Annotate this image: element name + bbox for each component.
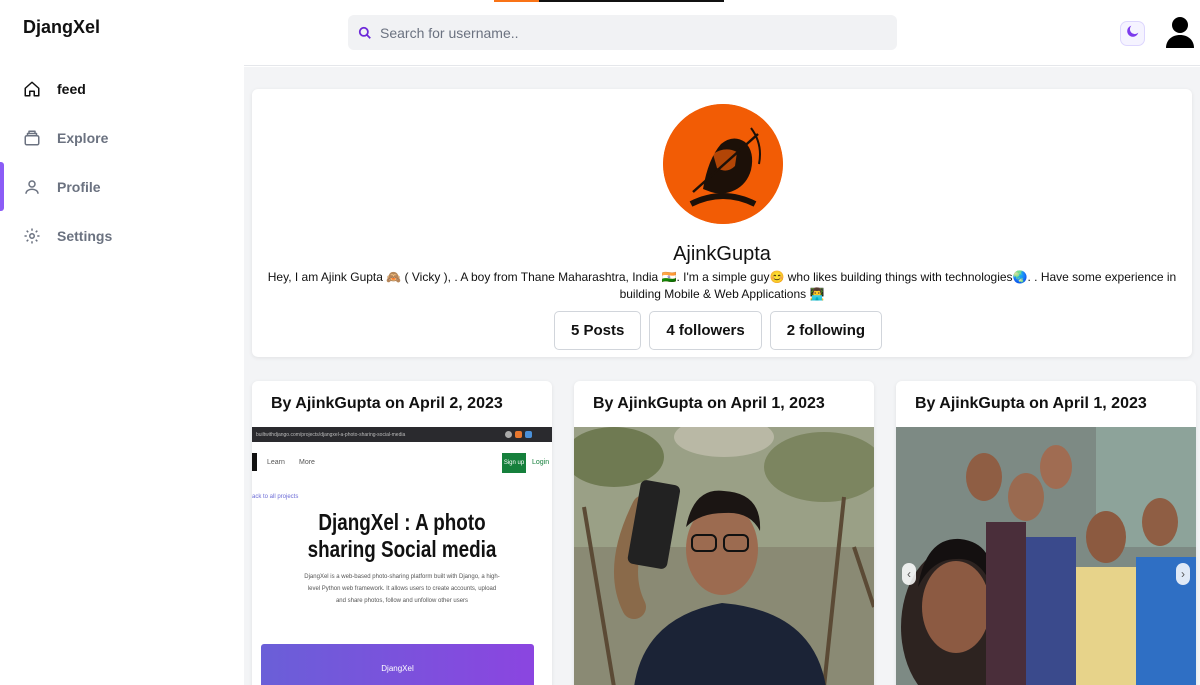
browser-icon <box>505 431 512 438</box>
profile-card: AjinkGupta Hey, I am Ajink Gupta 🙈 ( Vic… <box>252 89 1192 357</box>
sidebar-item-settings[interactable]: Settings <box>0 211 244 260</box>
sidebar-item-feed[interactable]: feed <box>0 64 244 113</box>
sidebar-item-explore[interactable]: Explore <box>0 113 244 162</box>
posts-count-button[interactable]: 5 Posts <box>554 311 642 350</box>
post-title: By AjinkGupta on April 1, 2023 <box>593 395 825 412</box>
sidebar-item-label: Explore <box>57 129 109 146</box>
sidebar: DjangXel feed Explore Profile Settings <box>0 0 244 685</box>
profile-bio: Hey, I am Ajink Gupta 🙈 ( Vicky ), . A b… <box>267 270 1177 301</box>
screenshot-more: More <box>299 459 315 466</box>
user-icon <box>23 178 41 196</box>
post-card[interactable]: By AjinkGupta on April 2, 2023 builtwith… <box>252 381 552 685</box>
post-card[interactable]: By AjinkGupta on April 1, 2023 <box>574 381 874 685</box>
sidebar-item-label: Settings <box>57 227 113 244</box>
explore-icon <box>23 129 41 147</box>
theme-toggle-button[interactable] <box>1120 21 1145 46</box>
screenshot-back-link: ack to all projects <box>252 494 299 500</box>
sidebar-nav: feed Explore Profile Settings <box>0 64 244 260</box>
screenshot-login: Login <box>532 459 550 466</box>
home-icon <box>23 80 41 98</box>
sidebar-item-label: Profile <box>57 178 101 195</box>
following-button[interactable]: 2 following <box>769 311 883 350</box>
screenshot-signup: Sign up <box>502 453 526 473</box>
screenshot-logo <box>252 453 257 471</box>
user-avatar-button[interactable] <box>1165 16 1195 48</box>
screenshot-banner: DjangXel <box>261 644 534 685</box>
screenshot-browser-bar: builtwithdjango.com/projects/djangxel-a-… <box>252 427 552 442</box>
post-image[interactable]: ‹ › <box>896 427 1196 685</box>
post-card[interactable]: By AjinkGupta on April 1, 2023 <box>896 381 1196 685</box>
search-bar[interactable] <box>348 15 897 50</box>
moon-icon <box>1125 23 1141 44</box>
post-title: By AjinkGupta on April 2, 2023 <box>271 395 503 412</box>
brand-logo[interactable]: DjangXel <box>23 17 100 38</box>
screenshot-description: DjangXel is a web-based photo-sharing pl… <box>304 574 500 604</box>
post-image[interactable] <box>574 427 874 685</box>
sidebar-item-label: feed <box>57 80 86 97</box>
carousel-next-button[interactable]: › <box>1176 563 1190 585</box>
profile-avatar <box>663 104 783 224</box>
carousel-prev-button[interactable]: ‹ <box>902 563 916 585</box>
followers-button[interactable]: 4 followers <box>649 311 762 350</box>
gear-icon <box>23 227 41 245</box>
screenshot-heading: DjangXel : A photo sharing Social media <box>279 509 525 563</box>
posts-grid: By AjinkGupta on April 2, 2023 builtwith… <box>252 381 1200 685</box>
screenshot-heading-line: DjangXel : A photo <box>318 509 486 535</box>
search-input[interactable] <box>380 24 880 41</box>
profile-username: AjinkGupta <box>673 243 771 265</box>
sidebar-item-profile[interactable]: Profile <box>0 162 244 211</box>
search-icon <box>358 26 372 40</box>
post-image[interactable]: builtwithdjango.com/projects/djangxel-a-… <box>252 427 552 685</box>
chevron-right-icon: › <box>1181 567 1185 581</box>
screenshot-url: builtwithdjango.com/projects/djangxel-a-… <box>256 431 406 438</box>
post-title: By AjinkGupta on April 1, 2023 <box>915 395 1147 412</box>
browser-icon <box>515 431 522 438</box>
chevron-left-icon: ‹ <box>907 567 911 581</box>
loading-bar <box>494 0 724 2</box>
screenshot-learn: Learn <box>267 459 285 466</box>
main-content: AjinkGupta Hey, I am Ajink Gupta 🙈 ( Vic… <box>244 67 1200 685</box>
profile-stats: 5 Posts 4 followers 2 following <box>554 311 883 350</box>
screenshot-heading-line: sharing Social media <box>307 536 497 562</box>
browser-icon <box>525 431 532 438</box>
